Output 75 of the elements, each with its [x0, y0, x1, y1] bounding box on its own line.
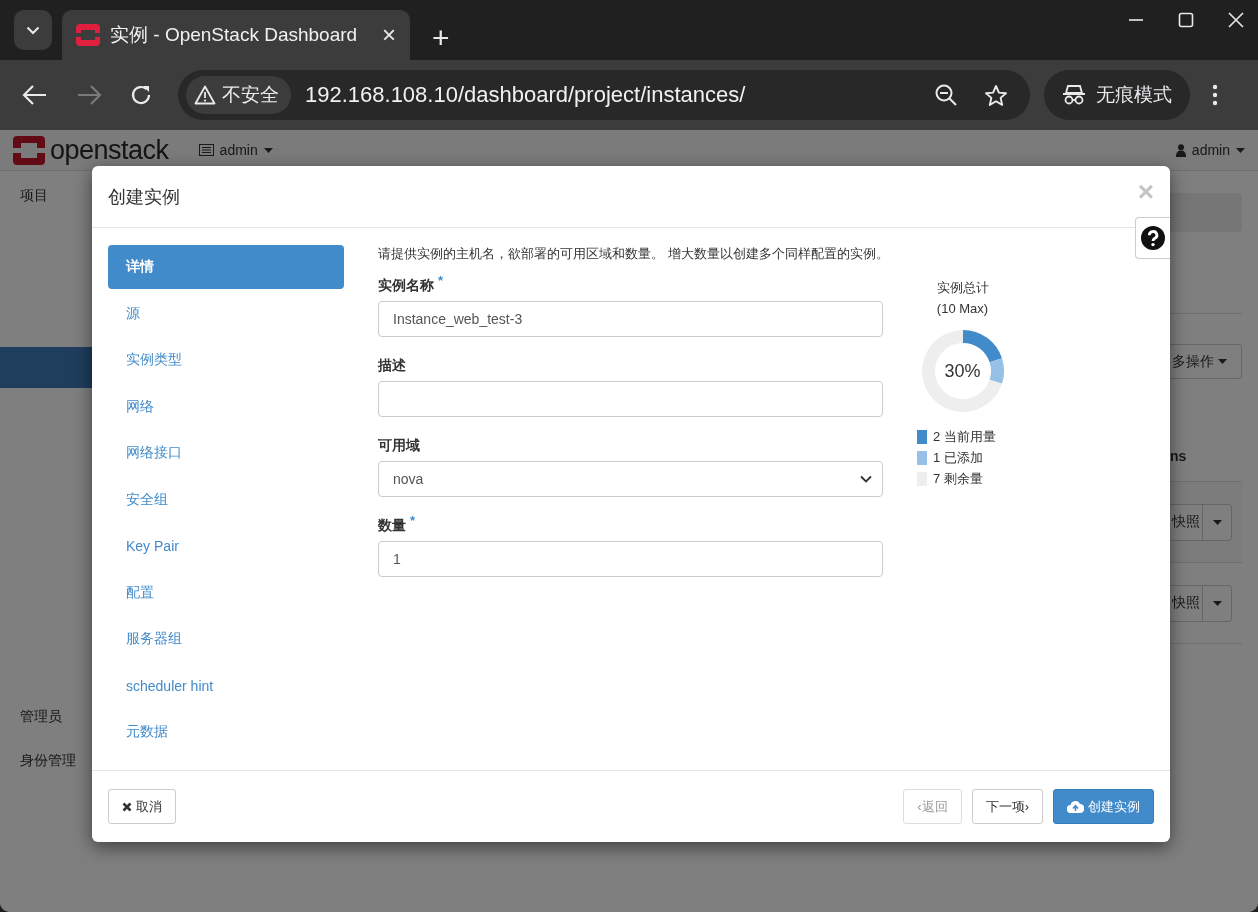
caret-icon — [1218, 359, 1227, 364]
required-mark: * — [438, 275, 444, 290]
address-bar[interactable]: 不安全 192.168.108.10/dashboard/project/instances/ — [178, 70, 1030, 120]
wizard-step[interactable]: 网络接口 — [108, 431, 344, 475]
maximize-icon[interactable] — [1178, 12, 1194, 28]
wizard-step[interactable]: 元数据 — [108, 710, 344, 754]
chart-title: 实例总计 — [936, 279, 989, 297]
wizard-step[interactable]: 配置 — [108, 570, 344, 615]
logo-text: openstack — [50, 134, 169, 166]
browser-tab[interactable]: 实例 - OpenStack Dashboard × — [62, 10, 410, 60]
sidebar-item[interactable]: 项目 — [0, 185, 92, 205]
help-button[interactable] — [1135, 217, 1170, 259]
chevron-down-icon — [860, 475, 872, 483]
chart-subtitle: (10 Max) — [936, 300, 989, 318]
new-tab-button[interactable]: + — [426, 22, 456, 54]
forward-arrow-icon[interactable] — [76, 84, 102, 106]
legend-label: 1 已添加 — [933, 448, 983, 467]
next-button[interactable]: 下一项› — [971, 789, 1043, 824]
legend-label: 2 当前用量 — [933, 427, 996, 446]
user-dropdown[interactable]: admin — [1175, 142, 1245, 158]
person-icon — [1175, 143, 1186, 157]
caret-icon — [1212, 600, 1222, 606]
sidebar-item[interactable]: 身份管理 — [0, 750, 92, 770]
field-label: 可用域 — [378, 436, 420, 455]
favicon-icon — [76, 24, 100, 46]
wizard-step[interactable]: 安全组 — [108, 477, 344, 522]
security-chip[interactable]: 不安全 — [186, 76, 291, 114]
wizard-step[interactable]: 实例类型 — [108, 338, 344, 382]
incognito-button[interactable]: 无痕模式 — [1044, 70, 1190, 120]
warning-icon — [194, 85, 216, 105]
wizard-step[interactable]: scheduler hint — [108, 663, 344, 708]
close-icon[interactable] — [1228, 12, 1244, 28]
input-field[interactable] — [378, 381, 883, 417]
wizard-step[interactable]: 详情 — [108, 245, 344, 289]
caret-icon — [1212, 519, 1222, 525]
create-instance-button[interactable]: 创建实例 — [1053, 789, 1154, 824]
input-field[interactable]: 1 — [378, 541, 883, 577]
wizard-step[interactable]: 服务器组 — [108, 617, 344, 661]
input-field[interactable]: Instance_web_test-3 — [378, 301, 883, 337]
cloud-upload-icon — [1067, 800, 1084, 813]
caret-icon — [1236, 147, 1245, 153]
modal-title: 创建实例 — [108, 185, 180, 209]
list-icon — [198, 144, 214, 156]
url-text: 192.168.108.10/dashboard/project/instances/ — [305, 82, 747, 108]
field-label: 数量 — [378, 516, 406, 535]
more-menu-icon[interactable] — [1212, 84, 1218, 106]
chart-center-label: 30% — [944, 361, 981, 381]
project-dropdown[interactable]: admin — [198, 142, 273, 158]
filter-bar — [1170, 193, 1242, 232]
logo-icon — [13, 135, 45, 165]
tab-list-button[interactable] — [14, 10, 52, 50]
field-label: 描述 — [378, 356, 406, 375]
wizard-step[interactable]: 源 — [108, 291, 344, 336]
tab-close-button[interactable]: × — [380, 23, 398, 47]
chevron-down-icon — [26, 25, 40, 35]
sidebar-item[interactable]: 管理员 — [0, 706, 92, 726]
tab-title: 实例 - OpenStack Dashboard — [110, 23, 359, 47]
zoom-out-icon[interactable] — [934, 83, 958, 107]
wizard-step[interactable]: 网络 — [108, 384, 344, 429]
wizard-step[interactable]: Key Pair — [108, 524, 344, 568]
cancel-button[interactable]: 取消 — [108, 789, 176, 824]
incognito-icon — [1062, 84, 1086, 106]
caret-icon — [263, 147, 273, 153]
x-icon — [122, 801, 132, 812]
select-field[interactable]: nova — [378, 461, 883, 497]
column-header: ns — [1170, 447, 1188, 465]
help-icon — [1141, 226, 1165, 250]
star-icon[interactable] — [984, 83, 1008, 107]
required-mark: * — [410, 515, 416, 530]
reload-icon[interactable] — [130, 84, 152, 106]
intro-text: 请提供实例的主机名，欲部署的可用区域和数量。 增大数量以创建多个同样配置的实例。 — [378, 245, 890, 263]
legend-label: 7 剩余量 — [933, 469, 983, 488]
field-label: 实例名称 — [378, 276, 434, 295]
back-arrow-icon[interactable] — [22, 84, 48, 106]
more-actions-button[interactable]: 多操作 — [1170, 344, 1242, 379]
